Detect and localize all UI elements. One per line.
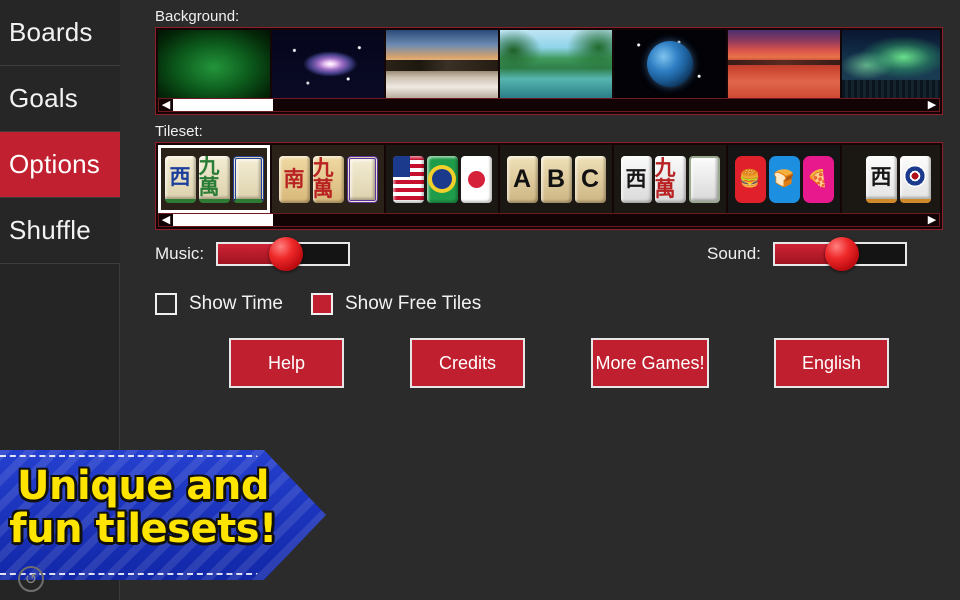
tileset-carousel[interactable]: 西 九萬 南 九萬 A B C 西 九萬 🍔 🍞 🍕 西 ◀ ▶ bbox=[155, 142, 943, 230]
background-carousel[interactable]: ◀ ▶ bbox=[155, 27, 943, 115]
background-label: Background: bbox=[155, 8, 240, 25]
background-scrollbar[interactable]: ◀ ▶ bbox=[158, 98, 940, 112]
tile-frame-icon bbox=[346, 155, 378, 203]
show-time-checkbox[interactable] bbox=[155, 293, 177, 315]
scroll-right-arrow-icon[interactable]: ▶ bbox=[925, 214, 939, 226]
tileset-label: Tileset: bbox=[155, 123, 203, 140]
tile-frame-icon bbox=[232, 155, 264, 203]
background-thumb-galaxy[interactable] bbox=[272, 30, 384, 98]
food-icons-art: 🍔 🍞 🍕 bbox=[728, 145, 840, 213]
background-thumbstrip bbox=[158, 30, 940, 98]
sidebar-item-label: Boards bbox=[9, 17, 93, 47]
language-button[interactable]: English bbox=[774, 338, 889, 388]
tile-glyph: 九萬 bbox=[654, 155, 686, 203]
background-thumb-earth-from-space[interactable] bbox=[614, 30, 726, 98]
background-thumb-red-desert[interactable] bbox=[728, 30, 840, 98]
japan-flag-icon bbox=[460, 155, 492, 203]
show-time-label: Show Time bbox=[189, 293, 283, 314]
show-free-tiles-toggle[interactable]: Show Free Tiles bbox=[310, 293, 482, 315]
galaxy-art bbox=[272, 30, 384, 98]
burger-icon: 🍔 bbox=[734, 155, 766, 203]
white-stone-art: 西 九萬 bbox=[614, 145, 726, 213]
sidebar-item-label: Goals bbox=[9, 83, 78, 113]
scroll-left-arrow-icon[interactable]: ◀ bbox=[159, 214, 173, 226]
sidebar-item-goals[interactable]: Goals bbox=[0, 66, 120, 132]
emblem-icon bbox=[899, 155, 931, 203]
tileset-thumb-food-icons[interactable]: 🍔 🍞 🍕 bbox=[728, 145, 840, 213]
tileset-thumb-world-flags[interactable] bbox=[386, 145, 498, 213]
promo-banner: Unique and fun tilesets! bbox=[0, 450, 326, 580]
beach-sunset-art bbox=[386, 30, 498, 98]
background-thumb-beach-sunset[interactable] bbox=[386, 30, 498, 98]
tropical-lake-art bbox=[500, 30, 612, 98]
background-thumb-green-gradient[interactable] bbox=[158, 30, 270, 98]
world-flags-art bbox=[386, 145, 498, 213]
tile-glyph: B bbox=[540, 155, 572, 203]
tileset-thumb-emblem-white[interactable]: 西 bbox=[842, 145, 940, 213]
show-free-tiles-label: Show Free Tiles bbox=[344, 293, 482, 314]
scroll-left-arrow-icon[interactable]: ◀ bbox=[159, 99, 173, 111]
green-gradient-art bbox=[158, 30, 270, 98]
more-games-button[interactable]: More Games! bbox=[591, 338, 709, 388]
tileset-scrollbar[interactable]: ◀ ▶ bbox=[158, 213, 940, 227]
refresh-icon[interactable]: ↺ bbox=[18, 566, 44, 592]
bread-icon: 🍞 bbox=[768, 155, 800, 203]
sound-label: Sound: bbox=[707, 244, 761, 263]
pizza-icon: 🍕 bbox=[802, 155, 834, 203]
show-time-toggle[interactable]: Show Time bbox=[155, 293, 283, 315]
tile-glyph: 南 bbox=[278, 155, 310, 203]
sidebar-item-boards[interactable]: Boards bbox=[0, 0, 120, 66]
tile-glyph: 西 bbox=[865, 155, 897, 203]
help-button[interactable]: Help bbox=[229, 338, 344, 388]
sidebar-item-options[interactable]: Options bbox=[0, 132, 120, 198]
aurora-art bbox=[842, 30, 940, 98]
usa-flag-icon bbox=[392, 155, 424, 203]
tile-glyph: 西 bbox=[620, 155, 652, 203]
sidebar-item-label: Options bbox=[9, 149, 101, 179]
red-desert-art bbox=[728, 30, 840, 98]
sidebar-item-label: Shuffle bbox=[9, 215, 91, 245]
music-label: Music: bbox=[155, 244, 205, 263]
show-free-tiles-checkbox[interactable] bbox=[310, 293, 333, 315]
abc-letters-art: A B C bbox=[500, 145, 612, 213]
emblem-white-art: 西 bbox=[842, 145, 940, 213]
tileset-thumbstrip: 西 九萬 南 九萬 A B C 西 九萬 🍔 🍞 🍕 西 bbox=[158, 145, 940, 213]
scrollbar-thumb[interactable] bbox=[173, 214, 273, 226]
sidebar-item-shuffle[interactable]: Shuffle bbox=[0, 198, 120, 264]
sound-slider[interactable] bbox=[772, 237, 907, 271]
scrollbar-thumb[interactable] bbox=[173, 99, 273, 111]
promo-line-1: Unique and bbox=[17, 463, 269, 509]
music-slider-row: Music: bbox=[155, 237, 351, 271]
tileset-thumb-classic-ivory[interactable]: 西 九萬 bbox=[158, 145, 270, 213]
promo-line-2: fun tilesets! bbox=[9, 505, 277, 552]
music-slider[interactable] bbox=[216, 237, 351, 271]
sound-slider-row: Sound: bbox=[707, 237, 907, 271]
classic-ivory-art: 西 九萬 bbox=[158, 145, 270, 213]
earth-art bbox=[614, 30, 726, 98]
tileset-thumb-gold-bamboo[interactable]: 南 九萬 bbox=[272, 145, 384, 213]
tile-glyph: A bbox=[506, 155, 538, 203]
tile-glyph: 九萬 bbox=[198, 155, 230, 203]
tile-glyph: C bbox=[574, 155, 606, 203]
options-screen: Boards Goals Options Shuffle Background: bbox=[0, 0, 960, 600]
sound-slider-knob[interactable] bbox=[825, 237, 860, 271]
gold-bamboo-art: 南 九萬 bbox=[272, 145, 384, 213]
brazil-flag-icon bbox=[426, 155, 458, 203]
scroll-right-arrow-icon[interactable]: ▶ bbox=[925, 99, 939, 111]
credits-button[interactable]: Credits bbox=[410, 338, 525, 388]
tileset-thumb-white-stone[interactable]: 西 九萬 bbox=[614, 145, 726, 213]
tile-frame-icon bbox=[688, 155, 720, 203]
toggle-row: Show Time Show Free Tiles bbox=[155, 293, 509, 315]
background-thumb-aurora-borealis[interactable] bbox=[842, 30, 940, 98]
tile-glyph: 西 bbox=[164, 155, 196, 203]
tileset-thumb-abc-letters[interactable]: A B C bbox=[500, 145, 612, 213]
background-thumb-tropical-lake[interactable] bbox=[500, 30, 612, 98]
tile-glyph: 九萬 bbox=[312, 155, 344, 203]
music-slider-knob[interactable] bbox=[268, 237, 303, 271]
